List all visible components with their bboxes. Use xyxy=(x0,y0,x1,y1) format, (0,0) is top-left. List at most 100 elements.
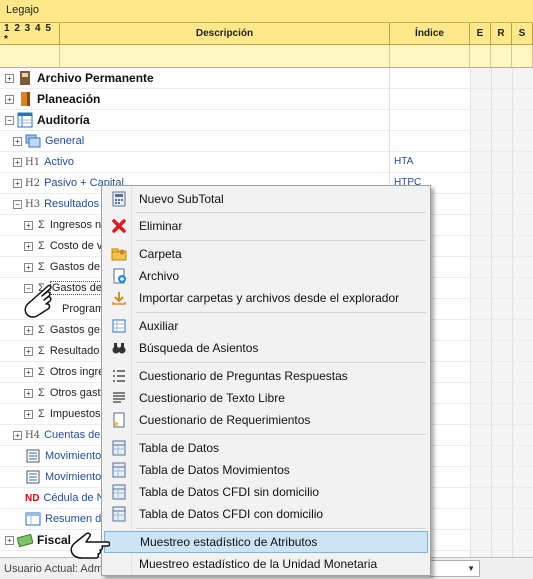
level-marker: H3 xyxy=(25,198,41,210)
sigma-icon: Σ xyxy=(38,261,45,273)
filter-levels[interactable] xyxy=(0,45,60,67)
calculator-icon xyxy=(104,191,134,207)
menu-item-tabla-datos[interactable]: Tabla de Datos xyxy=(104,437,428,459)
menu-item-label: Muestreo estadístico de la Unidad Moneta… xyxy=(139,557,378,571)
level-columns-header[interactable]: 1 2 3 4 5 * xyxy=(0,23,60,45)
menu-item-label: Búsqueda de Asientos xyxy=(139,341,259,355)
sigma-icon: Σ xyxy=(38,240,45,252)
filter-description[interactable] xyxy=(60,45,390,67)
tree-row-label: Movimientos xyxy=(45,471,107,483)
expand-icon[interactable]: + xyxy=(24,409,33,419)
tree-row-label: Impuestos xyxy=(49,408,101,420)
menu-item-muestreo-unidad[interactable]: Muestreo estadístico de la Unidad Moneta… xyxy=(104,553,428,575)
collapse-icon[interactable]: − xyxy=(13,199,22,209)
expand-icon[interactable]: + xyxy=(24,367,33,377)
tree-row[interactable]: + Planeación xyxy=(0,89,533,110)
menu-item-label: Cuestionario de Requerimientos xyxy=(139,413,311,427)
filter-r[interactable] xyxy=(491,45,512,67)
expand-icon[interactable]: + xyxy=(5,73,14,83)
filter-row xyxy=(0,45,533,68)
pointing-hand-cursor-icon xyxy=(70,532,110,559)
sigma-icon: Σ xyxy=(38,408,45,420)
expand-icon[interactable]: + xyxy=(24,262,33,272)
expand-icon[interactable]: + xyxy=(24,346,33,356)
level-marker: H2 xyxy=(25,177,41,189)
s-column-header[interactable]: S xyxy=(512,23,533,44)
tree-row-label: Cédula de N xyxy=(43,492,105,504)
menu-item-label: Tabla de Datos CFDI sin domicilio xyxy=(139,485,320,499)
expand-icon[interactable]: + xyxy=(13,136,22,146)
menu-item-label: Eliminar xyxy=(139,219,183,233)
e-column-header[interactable]: E xyxy=(470,23,491,44)
tree-row[interactable]: + Archivo Permanente xyxy=(0,68,533,89)
menu-separator xyxy=(136,212,426,213)
tree-row-label: Resumen de xyxy=(45,513,108,525)
description-column-header[interactable]: Descripción xyxy=(60,23,390,44)
menu-separator xyxy=(136,434,426,435)
tree-row-label: Activo xyxy=(44,156,75,168)
tree-row-label: Resultado xyxy=(49,345,100,357)
menu-item-label: Tabla de Datos Movimientos xyxy=(139,463,290,477)
menu-item-archivo[interactable]: Archivo xyxy=(104,265,428,287)
tree-row-label: Cuentas de xyxy=(44,429,101,441)
expand-icon[interactable]: + xyxy=(24,220,33,230)
menu-item-tabla-cfdi-con[interactable]: Tabla de Datos CFDI con domicilio xyxy=(104,503,428,525)
menu-separator xyxy=(136,312,426,313)
menu-item-label: Carpeta xyxy=(139,247,182,261)
menu-item-muestreo-atributos[interactable]: Muestreo estadístico de Atributos xyxy=(104,531,428,553)
menu-item-cuestionario-texto[interactable]: Cuestionario de Texto Libre xyxy=(104,387,428,409)
menu-item-tabla-movimientos[interactable]: Tabla de Datos Movimientos xyxy=(104,459,428,481)
tree-row-label: Resultados xyxy=(44,198,100,210)
movements-icon xyxy=(25,469,41,485)
delete-x-icon xyxy=(104,218,134,234)
tree-row-label: Program xyxy=(62,303,105,315)
expand-icon[interactable]: + xyxy=(13,430,22,440)
status-combo[interactable]: ▼ xyxy=(430,560,480,577)
menu-item-nuevo-subtotal[interactable]: Nuevo SubTotal xyxy=(104,188,428,210)
filter-index[interactable] xyxy=(390,45,470,67)
menu-item-busqueda[interactable]: Búsqueda de Asientos xyxy=(104,337,428,359)
level-marker: H4 xyxy=(25,429,41,441)
data-table-icon xyxy=(104,506,134,522)
expand-icon[interactable]: + xyxy=(5,94,14,104)
tree-row-label: Gastos ge xyxy=(49,324,100,336)
import-arrow-icon xyxy=(104,290,134,306)
menu-separator xyxy=(136,240,426,241)
filter-s[interactable] xyxy=(512,45,533,67)
collapse-icon[interactable]: − xyxy=(5,115,14,125)
context-menu: Nuevo SubTotal Eliminar Carpeta Archivo … xyxy=(101,185,431,576)
tree-row-label: Planeación xyxy=(37,92,101,106)
tree-row-label: Ingresos n xyxy=(49,219,102,231)
tree-row-label: Otros ingre xyxy=(49,366,105,378)
r-column-header[interactable]: R xyxy=(491,23,512,44)
tree-row[interactable]: − Auditoría xyxy=(0,110,533,131)
expand-icon[interactable]: + xyxy=(13,157,22,167)
ledger-sheet-icon xyxy=(104,318,134,334)
expand-icon[interactable]: + xyxy=(5,535,14,545)
expand-icon[interactable]: + xyxy=(24,241,33,251)
expand-icon[interactable]: + xyxy=(24,388,33,398)
menu-item-label: Cuestionario de Preguntas Respuestas xyxy=(139,369,348,383)
list-icon xyxy=(104,368,134,384)
menu-item-label: Muestreo estadístico de Atributos xyxy=(140,535,318,549)
menu-item-eliminar[interactable]: Eliminar xyxy=(104,215,428,237)
menu-item-carpeta[interactable]: Carpeta xyxy=(104,243,428,265)
data-table-icon xyxy=(104,484,134,500)
tree-row-label: Gastos de xyxy=(49,261,100,273)
expand-icon[interactable]: + xyxy=(24,325,33,335)
window-title: Legajo xyxy=(0,0,533,23)
menu-item-importar[interactable]: Importar carpetas y archivos desde el ex… xyxy=(104,287,428,309)
expand-icon[interactable]: + xyxy=(13,178,22,188)
menu-item-label: Tabla de Datos xyxy=(139,441,220,455)
menu-separator xyxy=(136,528,426,529)
index-column-header[interactable]: Índice xyxy=(390,23,470,44)
tree-row-label: Auditoría xyxy=(37,113,90,127)
tree-row[interactable]: + General xyxy=(0,131,533,152)
menu-item-tabla-cfdi-sin[interactable]: Tabla de Datos CFDI sin domicilio xyxy=(104,481,428,503)
menu-item-cuestionario-requerimientos[interactable]: Cuestionario de Requerimientos xyxy=(104,409,428,431)
menu-item-auxiliar[interactable]: Auxiliar xyxy=(104,315,428,337)
filter-e[interactable] xyxy=(470,45,491,67)
menu-item-label: Nuevo SubTotal xyxy=(139,192,224,206)
tree-row[interactable]: + H1 Activo HTA xyxy=(0,152,533,173)
menu-item-cuestionario-preguntas[interactable]: Cuestionario de Preguntas Respuestas xyxy=(104,365,428,387)
